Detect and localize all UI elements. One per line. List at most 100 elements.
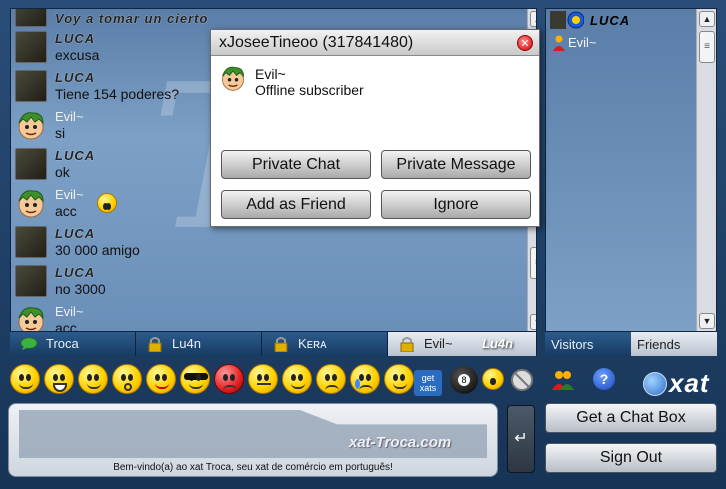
evil-avatar[interactable] [15, 109, 47, 141]
luca-avatar[interactable] [15, 148, 47, 180]
tab-label: Lu4n [172, 336, 201, 351]
confused-icon[interactable] [248, 364, 278, 394]
chat-message: Evil~ acc [15, 304, 515, 332]
xat-logo[interactable]: xat [669, 368, 710, 399]
dialog-user-status: Offline subscriber [255, 82, 364, 98]
get-xats-button[interactable]: get xats [414, 370, 442, 396]
welcome-text: Bem-vindo(a) ao xat Troca, seu xat de co… [113, 462, 393, 473]
message-author[interactable]: LUCA [55, 265, 95, 280]
chat-tabs: Troca Lu4n Kᴇʀᴀ Evil~ Lu4n [10, 332, 537, 356]
message-author[interactable]: LUCA [55, 226, 95, 241]
message-text: 30 000 amigo [55, 242, 140, 258]
add-friend-button[interactable]: Add as Friend [221, 190, 371, 219]
private-message-button[interactable]: Private Message [381, 150, 531, 179]
ignore-button[interactable]: Ignore [381, 190, 531, 219]
lock-icon [274, 337, 288, 352]
message-author[interactable]: Evil~ [55, 109, 84, 124]
big-grin-icon[interactable] [44, 364, 74, 394]
tab-lu4n[interactable]: Lu4n [136, 332, 262, 356]
xat-globe-icon [643, 372, 667, 396]
visitors-scrollbar[interactable]: ▲ ≡ ▼ [696, 9, 716, 331]
get-xats-line1: get [421, 373, 435, 383]
dialog-user-name: Evil~ [255, 66, 286, 82]
tab-friends[interactable]: Friends [631, 332, 717, 356]
ball-label: 8 [458, 374, 470, 386]
message-author: Voy a tomar un cierto [55, 11, 209, 26]
lock-icon [148, 337, 162, 352]
message-text: acc [55, 203, 77, 219]
cool-sunglasses-icon[interactable] [180, 364, 210, 394]
visitors-tabs: Visitors Friends [545, 332, 717, 356]
luca-avatar[interactable] [15, 9, 47, 27]
evil-avatar [222, 66, 244, 91]
help-icon[interactable]: ? [593, 368, 615, 390]
message-author[interactable]: Evil~ [55, 304, 84, 319]
user-icon [553, 35, 565, 51]
angry-icon[interactable] [214, 364, 244, 394]
tab-label: Kᴇʀᴀ [298, 336, 327, 351]
message-text: acc [55, 320, 77, 332]
send-button[interactable]: ↵ [507, 405, 535, 473]
luca-avatar[interactable] [15, 226, 47, 258]
tab-visitors[interactable]: Visitors [545, 332, 631, 356]
visitor-row[interactable]: Evil~ [550, 33, 700, 53]
pleased-icon[interactable] [384, 364, 414, 394]
message-author[interactable]: LUCA [55, 70, 95, 85]
wink-icon[interactable] [78, 364, 108, 394]
get-xats-line2: xats [419, 383, 437, 393]
tongue-out-icon[interactable] [146, 364, 176, 394]
chat-message: LUCA no 3000 [15, 265, 515, 302]
visitors-panel: LUCA Evil~ ▲ ≡ ▼ [545, 8, 717, 332]
message-text: ok [55, 164, 70, 180]
smiley-toolbar: get xats 8 [8, 364, 538, 400]
evil-avatar[interactable] [15, 187, 47, 219]
scroll-down-button[interactable]: ▼ [530, 314, 536, 330]
surprised-icon[interactable] [112, 364, 142, 394]
get-chat-box-button[interactable]: Get a Chat Box [545, 403, 717, 433]
eight-ball-icon[interactable]: 8 [450, 366, 478, 394]
user-dialog: xJoseeTineoo (317841480) ✕ Evil~ Offline… [210, 29, 540, 227]
chat-bubble-icon [20, 337, 38, 351]
tab-logo: Lu4n [482, 336, 514, 351]
worried-smiley-icon [97, 193, 117, 213]
star-smiley-icon[interactable] [482, 368, 504, 390]
scroll-up-button[interactable]: ▲ [699, 11, 715, 27]
tab-troca[interactable]: Troca [10, 332, 136, 356]
luca-avatar[interactable] [15, 265, 47, 297]
message-text: excusa [55, 47, 100, 63]
scroll-down-button[interactable]: ▼ [699, 313, 715, 329]
evil-avatar[interactable] [15, 304, 47, 332]
message-author[interactable]: LUCA [55, 148, 95, 163]
luca-avatar[interactable] [15, 31, 47, 63]
blush-icon[interactable] [282, 364, 312, 394]
private-chat-button[interactable]: Private Chat [221, 150, 371, 179]
message-text: no 3000 [55, 281, 106, 297]
tab-label: Evil~ [424, 336, 453, 351]
crying-icon[interactable] [350, 364, 380, 394]
users-icon[interactable] [551, 368, 575, 392]
sign-out-button[interactable]: Sign Out [545, 443, 717, 473]
chat-message: LUCA 30 000 amigo [15, 226, 515, 263]
scroll-thumb[interactable]: ≡ [530, 247, 536, 279]
message-author[interactable]: LUCA [55, 31, 95, 46]
scroll-thumb[interactable]: ≡ [699, 31, 715, 63]
no-sound-icon[interactable] [510, 368, 534, 392]
message-text: Tiene 154 poderes? [55, 86, 180, 102]
scroll-up-button[interactable]: ▲ [530, 11, 536, 27]
message-text: si [55, 125, 66, 141]
close-icon[interactable]: ✕ [517, 35, 533, 51]
message-input[interactable]: xat-Troca.com Bem-vindo(a) ao xat Troca,… [8, 403, 498, 477]
visitor-row[interactable]: LUCA [550, 11, 700, 31]
tab-label: Troca [46, 336, 79, 351]
message-author[interactable]: Evil~ [55, 187, 84, 202]
sad-icon[interactable] [316, 364, 346, 394]
right-toolbar: ? xat [545, 364, 725, 400]
luca-avatar[interactable] [15, 70, 47, 102]
visitor-name: Evil~ [568, 35, 597, 50]
lock-icon [400, 337, 414, 352]
tab-evil[interactable]: Evil~ Lu4n [388, 332, 537, 356]
visitor-name: LUCA [590, 13, 631, 28]
smile-icon[interactable] [10, 364, 40, 394]
tab-kera[interactable]: Kᴇʀᴀ [262, 332, 388, 356]
input-watermark: xat-Troca.com [349, 434, 452, 451]
